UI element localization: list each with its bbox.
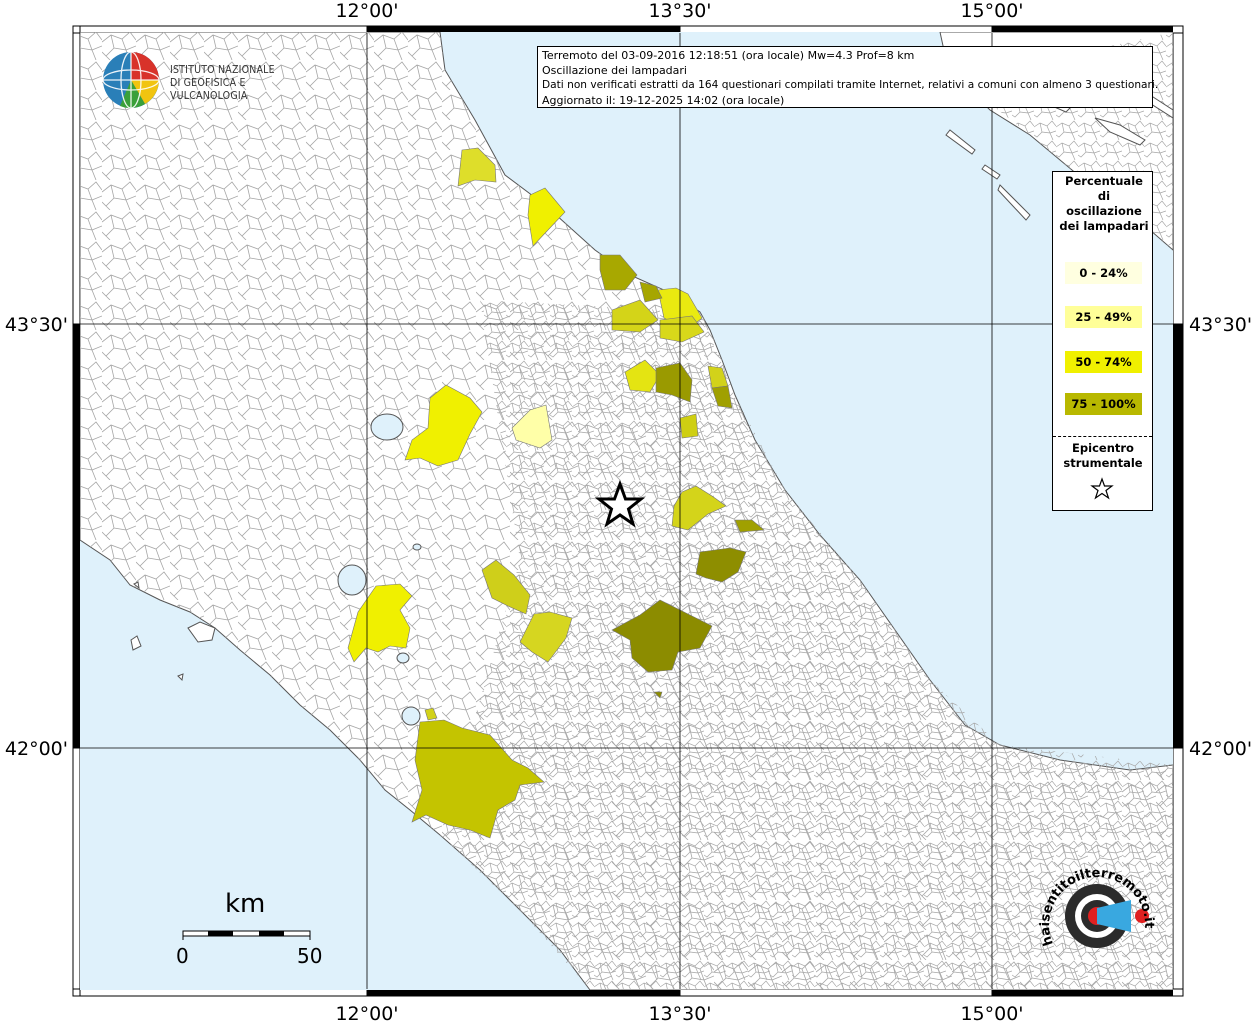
lake-bolsena xyxy=(337,564,367,596)
lon-label-bottom-2: 13°30' xyxy=(648,1003,711,1024)
lon-label-top-1: 12°00' xyxy=(335,0,398,22)
legend-item-50-74: 50 - 74% xyxy=(1065,351,1142,373)
lon-label-top-3: 15°00' xyxy=(960,0,1023,22)
legend-label: 0 - 24% xyxy=(1079,266,1128,280)
lon-label-bottom-1: 12°00' xyxy=(335,1003,398,1024)
legend-label: 25 - 49% xyxy=(1075,310,1132,324)
star-icon xyxy=(1090,477,1114,500)
lat-label-right-1: 43°30' xyxy=(1189,314,1252,336)
earthquake-info-box: Terremoto del 03-09-2016 12:18:51 (ora l… xyxy=(537,46,1159,108)
ingv-logo: ISTITUTO NAZIONALE DI GEOFISICA E VULCAN… xyxy=(100,49,320,109)
haisentito-badge-icon: haisentitoilterremoto.it xyxy=(1038,866,1156,948)
legend: Percentuale di oscillazione dei lampadar… xyxy=(1052,171,1153,511)
legend-label: 50 - 74% xyxy=(1075,355,1132,369)
lon-label-bottom-3: 15°00' xyxy=(960,1003,1023,1024)
info-line-3: Dati non verificati estratti da 164 ques… xyxy=(542,79,1159,91)
ingv-line-2: DI GEOFISICA E VULCANOLOGIA xyxy=(170,77,248,102)
municipality-50-74 xyxy=(679,413,699,439)
info-line-2: Oscillazione dei lampadari xyxy=(542,64,687,77)
scale-end: 50 xyxy=(297,944,323,968)
lake-trasimeno xyxy=(370,413,404,441)
info-line-1: Terremoto del 03-09-2016 12:18:51 (ora l… xyxy=(542,49,915,62)
lat-label-right-2: 42°00' xyxy=(1189,738,1252,760)
lon-label-top-2: 13°30' xyxy=(648,0,711,22)
lake-bracciano xyxy=(401,706,421,726)
legend-divider xyxy=(1053,436,1152,437)
ingv-line-1: ISTITUTO NAZIONALE xyxy=(170,64,275,76)
ingv-globe-icon xyxy=(102,51,160,109)
lat-label-left-2: 42°00' xyxy=(5,738,68,760)
scale-start: 0 xyxy=(176,944,189,968)
info-line-4: Aggiornato il: 19-12-2025 14:02 (ora loc… xyxy=(542,94,785,107)
legend-epicenter-label: Epicentro strumentale xyxy=(1063,441,1143,470)
scale-unit: km xyxy=(225,889,266,919)
lat-label-left-1: 43°30' xyxy=(5,314,68,336)
haisentito-logo: haisentitoilterremoto.it xyxy=(1035,858,1165,983)
legend-title: Percentuale di oscillazione dei lampadar… xyxy=(1059,174,1149,233)
legend-item-75-100: 75 - 100% xyxy=(1065,393,1142,415)
legend-item-0-24: 0 - 24% xyxy=(1065,262,1142,284)
legend-item-25-49: 25 - 49% xyxy=(1065,306,1142,328)
legend-label: 75 - 100% xyxy=(1071,397,1136,411)
